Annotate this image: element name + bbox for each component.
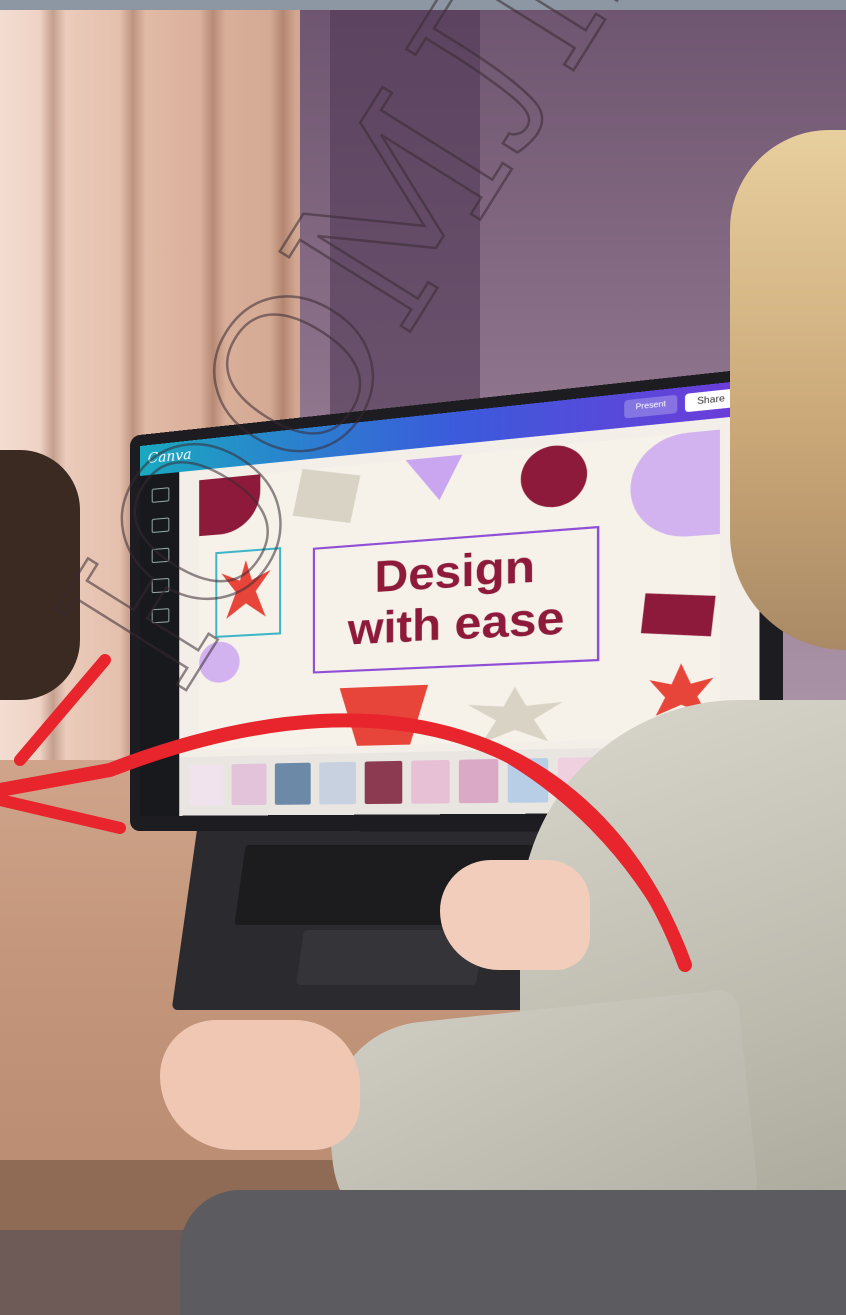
red-arrow-icon	[0, 654, 692, 972]
photo-scene: Canva Present Share Design with ease ЮОМ…	[0, 0, 846, 1315]
